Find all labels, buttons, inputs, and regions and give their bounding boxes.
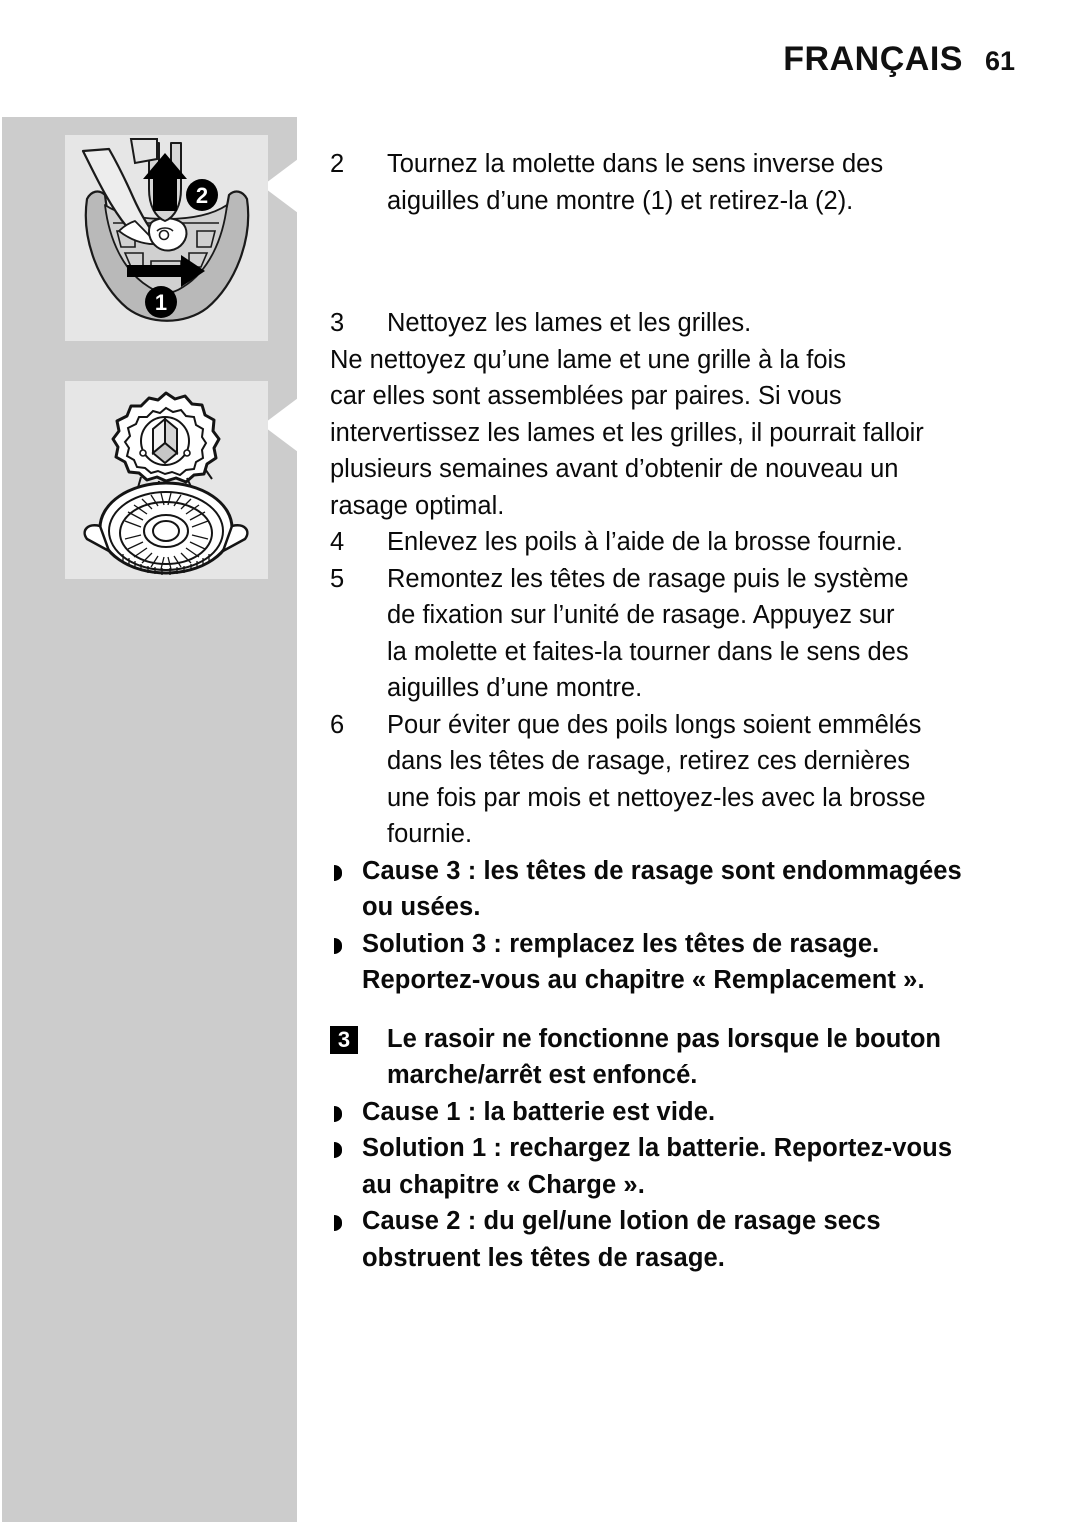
bullet-cause-2-text: Cause 2 : du gel/une lotion de rasage se… <box>362 1203 1030 1276</box>
cutter-part <box>111 391 221 496</box>
step-5-number: 5 <box>330 564 345 593</box>
bullet-cause-1: Cause 1 : la batterie est vide. <box>330 1094 1030 1131</box>
svg-text:1: 1 <box>155 290 167 315</box>
note-paragraph: Ne nettoyez qu’une lame et une grille à … <box>330 342 1030 525</box>
step-3-line-1: Nettoyez les lames et les grilles. <box>387 309 752 337</box>
step-6-line-2: dans les têtes de rasage, retirez ces de… <box>387 747 911 775</box>
note-line-4: plusieurs semaines avant d’obtenir de no… <box>330 455 899 483</box>
page-header: FRANÇAIS 61 <box>0 40 1015 79</box>
bullet-solution-3-line-1: Solution 3 : remplacez les têtes de rasa… <box>362 929 880 958</box>
problem-section-3-line-2: marche/arrêt est enfoncé. <box>387 1061 698 1089</box>
bullet-cause-2-line-1: Cause 2 : du gel/une lotion de rasage se… <box>362 1207 881 1235</box>
callout-2: 2 <box>186 179 218 211</box>
step-4-line-1: Enlevez les poils à l’aide de la brosse … <box>387 528 903 556</box>
bullet-solution-3: Solution 3 : remplacez les têtes de rasa… <box>330 926 1030 999</box>
illustration-strip: 2 1 <box>2 117 298 1522</box>
step-2-number: 2 <box>330 150 345 178</box>
figure-cutter-and-guard <box>65 381 268 579</box>
bullet-solution-1: Solution 1 : rechargez la batterie. Repo… <box>330 1130 1030 1203</box>
step-6-line-4: fournie. <box>387 820 473 848</box>
problem-badge: 3 <box>330 1021 387 1058</box>
half-disc-bullet-icon <box>330 1203 362 1240</box>
callout-1: 1 <box>145 286 177 318</box>
bullet-cause-3-line-2: ou usées. <box>362 893 481 921</box>
step-5-line-3: la molette et faites-la tourner dans le … <box>387 637 909 666</box>
step-4: 4 Enlevez les poils à l’aide de la bross… <box>330 524 1030 561</box>
note-line-3: intervertissez les lames et les grilles,… <box>330 418 924 447</box>
step-2-line-2: aiguilles d’une montre (1) et retirez-la… <box>387 186 854 215</box>
step-2: 2 Tournez la molette dans le sens invers… <box>330 146 1030 219</box>
language-title: FRANÇAIS <box>783 40 963 78</box>
bullet-cause-2: Cause 2 : du gel/une lotion de rasage se… <box>330 1203 1030 1276</box>
note-line-5: rasage optimal. <box>330 491 505 520</box>
step-5: 5 Remontez les têtes de rasage puis le s… <box>330 561 1030 707</box>
bullet-solution-3-line-2: Reportez-vous au chapitre « Remplacement… <box>362 966 925 994</box>
problem-section-3-text: Le rasoir ne fonctionne pas lorsque le b… <box>387 1021 1030 1094</box>
half-disc-bullet-icon <box>330 1130 362 1167</box>
half-disc-bullet-icon <box>330 1094 362 1131</box>
bullet-solution-1-line-2: au chapitre « Charge ». <box>362 1170 645 1199</box>
step-3-body: Nettoyez les lames et les grilles. <box>387 305 1030 342</box>
step-6-number: 6 <box>330 710 345 739</box>
step-6-body: Pour éviter que des poils longs soient e… <box>387 707 1030 853</box>
instruction-text-column: 2 Tournez la molette dans le sens invers… <box>330 146 1030 1276</box>
step-5-body: Remontez les têtes de rasage puis le sys… <box>387 561 1030 707</box>
step-6-line-3: une fois par mois et nettoyez-les avec l… <box>387 783 926 812</box>
svg-text:2: 2 <box>196 183 208 208</box>
step-2-line-1: Tournez la molette dans le sens inverse … <box>387 150 884 178</box>
step-3-number: 3 <box>330 309 345 337</box>
bullet-cause-3-line-1: Cause 3 : les têtes de rasage sont endom… <box>362 856 962 885</box>
bullet-cause-2-line-2: obstruent les têtes de rasage. <box>362 1243 725 1272</box>
step-6-line-1: Pour éviter que des poils longs soient e… <box>387 710 922 739</box>
step-6: 6 Pour éviter que des poils longs soient… <box>330 707 1030 853</box>
bullet-cause-1-line-1: Cause 1 : la batterie est vide. <box>362 1097 716 1126</box>
cutter-and-guard-illustration <box>83 391 249 575</box>
half-disc-bullet-icon <box>330 853 362 890</box>
problem-badge-number: 3 <box>330 1025 358 1054</box>
step-4-body: Enlevez les poils à l’aide de la brosse … <box>387 524 1030 561</box>
half-disc-bullet-icon <box>330 926 362 963</box>
note-line-1: Ne nettoyez qu’une lame et une grille à … <box>330 345 846 374</box>
step-4-number: 4 <box>330 528 345 556</box>
step-5-line-4: aiguilles d’une montre. <box>387 674 643 702</box>
problem-section-3: 3 Le rasoir ne fonctionne pas lorsque le… <box>330 1021 1030 1094</box>
shaver-head-illustration: 2 1 <box>81 138 250 322</box>
step-5-line-2: de fixation sur l’unité de rasage. Appuy… <box>387 601 895 629</box>
bullet-solution-1-line-1: Solution 1 : rechargez la batterie. Repo… <box>362 1134 953 1162</box>
bullet-cause-3-text: Cause 3 : les têtes de rasage sont endom… <box>362 853 1030 926</box>
bullet-cause-3: Cause 3 : les têtes de rasage sont endom… <box>330 853 1030 926</box>
note-line-2: car elles sont assemblées par paires. Si… <box>330 382 842 410</box>
problem-section-3-line-1: Le rasoir ne fonctionne pas lorsque le b… <box>387 1024 941 1053</box>
bullet-solution-1-text: Solution 1 : rechargez la batterie. Repo… <box>362 1130 1030 1203</box>
bullet-cause-1-text: Cause 1 : la batterie est vide. <box>362 1094 1030 1131</box>
page-number: 61 <box>984 46 1015 76</box>
figure-shaver-retaining-ring-removal: 2 1 <box>65 135 268 341</box>
step-2-body: Tournez la molette dans le sens inverse … <box>387 146 1030 219</box>
step-5-line-1: Remontez les têtes de rasage puis le sys… <box>387 564 909 593</box>
guard-part <box>83 481 249 575</box>
bullet-solution-3-text: Solution 3 : remplacez les têtes de rasa… <box>362 926 1030 999</box>
step-3: 3 Nettoyez les lames et les grilles. <box>330 305 1030 342</box>
